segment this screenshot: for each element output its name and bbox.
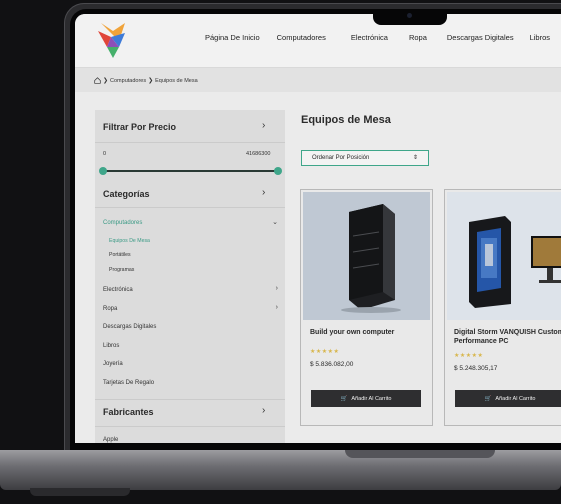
subcategory-portatiles[interactable]: Portátiles bbox=[109, 252, 131, 258]
nav-item-libros[interactable]: Libros bbox=[530, 33, 550, 42]
nav-item-electronica[interactable]: Electrónica bbox=[351, 33, 388, 42]
breadcrumb-item-computadores[interactable]: Computadores bbox=[110, 78, 146, 84]
browser-screen: Página De Inicio Computadores Electrónic… bbox=[75, 14, 561, 443]
breadcrumb: ❯ Computadores ❯ Equipos de Mesa bbox=[94, 77, 198, 84]
sort-arrows-icon: ⇕ bbox=[413, 155, 419, 161]
product-name[interactable]: Digital Storm VANQUISH Custom Performanc… bbox=[454, 328, 561, 346]
chevron-right-icon[interactable]: › bbox=[276, 304, 278, 311]
breadcrumb-item-current: Equipos de Mesa bbox=[155, 77, 198, 84]
laptop-foot bbox=[30, 488, 130, 496]
add-to-cart-button[interactable]: 🛒 Añadir Al Carrito bbox=[311, 390, 421, 407]
chevron-right-icon[interactable]: › bbox=[262, 120, 265, 131]
divider bbox=[95, 426, 285, 427]
logo-icon bbox=[98, 23, 125, 58]
home-icon[interactable] bbox=[94, 77, 101, 84]
add-to-cart-button[interactable]: 🛒 Añadir Al Carrito bbox=[455, 390, 561, 407]
chevron-right-icon[interactable]: › bbox=[262, 405, 265, 416]
cart-icon: 🛒 bbox=[484, 395, 492, 402]
category-ropa[interactable]: Ropa bbox=[103, 306, 117, 312]
breadcrumb-bar: ❯ Computadores ❯ Equipos de Mesa bbox=[75, 68, 561, 92]
add-to-cart-label: Añadir Al Carrito bbox=[351, 395, 392, 402]
chevron-down-icon[interactable]: ⌄ bbox=[272, 218, 278, 226]
chevron-right-icon[interactable]: › bbox=[276, 285, 278, 292]
price-min: 0 bbox=[103, 151, 107, 157]
categories-title[interactable]: Categorías bbox=[103, 189, 150, 199]
rating-stars-icon: ★★★★★ bbox=[310, 349, 340, 355]
nav-item-inicio[interactable]: Página De Inicio bbox=[205, 33, 260, 42]
divider bbox=[95, 142, 285, 143]
category-electronica[interactable]: Electrónica bbox=[103, 287, 133, 293]
nav-item-descargas[interactable]: Descargas Digitales bbox=[447, 33, 514, 42]
cart-icon: 🛒 bbox=[340, 395, 348, 402]
product-price: $ 5.248.305,17 bbox=[454, 365, 498, 372]
divider bbox=[95, 207, 285, 208]
manufacturers-title[interactable]: Fabricantes bbox=[103, 407, 154, 417]
product-name[interactable]: Build your own computer bbox=[310, 328, 430, 337]
page-title: Equipos de Mesa bbox=[301, 114, 391, 126]
laptop-hinge bbox=[345, 450, 495, 458]
chevron-right-icon[interactable]: › bbox=[262, 187, 265, 198]
category-descargas-digitales[interactable]: Descargas Digitales bbox=[103, 324, 156, 330]
divider bbox=[95, 399, 285, 400]
site-header: Página De Inicio Computadores Electrónic… bbox=[75, 14, 561, 68]
sort-select[interactable]: Ordenar Por Posición ⇕ bbox=[301, 150, 429, 166]
category-computadores[interactable]: Computadores bbox=[103, 220, 142, 226]
product-card[interactable]: Digital Storm VANQUISH Custom Performanc… bbox=[444, 189, 561, 426]
product-price: $ 5.836.082,00 bbox=[310, 361, 354, 368]
category-tarjetas-de-regalo[interactable]: Tarjetas De Regalo bbox=[103, 380, 154, 386]
manufacturer-apple[interactable]: Apple bbox=[103, 437, 118, 443]
price-slider-track[interactable] bbox=[103, 170, 278, 172]
price-filter-title[interactable]: Filtrar Por Precio bbox=[103, 122, 176, 132]
main-nav: Página De Inicio Computadores Electrónic… bbox=[205, 33, 550, 42]
breadcrumb-separator-icon: ❯ bbox=[103, 78, 109, 84]
category-joyeria[interactable]: Joyería bbox=[103, 361, 123, 367]
subcategory-equipos-de-mesa[interactable]: Equipos De Mesa bbox=[109, 238, 150, 244]
product-image[interactable] bbox=[447, 192, 561, 320]
nav-item-computadores[interactable]: Computadores bbox=[277, 33, 326, 42]
rating-stars-icon: ★★★★★ bbox=[454, 353, 484, 359]
product-card[interactable]: Build your own computer ★★★★★ $ 5.836.08… bbox=[300, 189, 433, 426]
price-slider-min-handle[interactable] bbox=[99, 167, 107, 175]
subcategory-programas[interactable]: Programas bbox=[109, 267, 134, 273]
sort-select-label: Ordenar Por Posición bbox=[312, 155, 370, 161]
breadcrumb-separator-icon: ❯ bbox=[148, 78, 154, 84]
price-slider-max-handle[interactable] bbox=[274, 167, 282, 175]
product-image[interactable] bbox=[303, 192, 430, 320]
camera-icon bbox=[407, 13, 412, 18]
sidebar: Filtrar Por Precio › 0 41686300 Categorí… bbox=[95, 110, 285, 443]
price-max: 41686300 bbox=[246, 151, 271, 157]
category-libros[interactable]: Libros bbox=[103, 343, 119, 349]
add-to-cart-label: Añadir Al Carrito bbox=[495, 395, 536, 402]
nav-item-ropa[interactable]: Ropa bbox=[409, 33, 427, 42]
